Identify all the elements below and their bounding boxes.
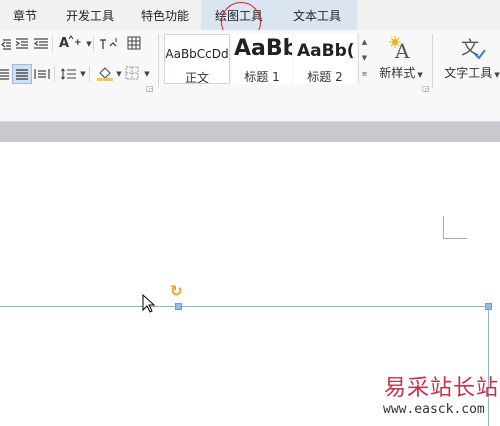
ribbon-tab-bar: 章节 开发工具 特色功能 绘图工具 文本工具 [0,0,500,42]
align-justify-icon[interactable] [0,66,10,82]
style-preview: AaBb( [297,41,355,61]
text-tools-label: 文字工具 [444,66,493,80]
svg-text:+: + [74,38,82,48]
watermark-text: 易采站长站 [384,376,500,401]
line-spacing-icon[interactable] [60,66,78,82]
outdent-icon[interactable] [32,36,50,52]
selected-line-shape[interactable] [0,306,489,307]
tab-text-tools[interactable]: 文本工具 [277,0,357,30]
page-margin-marker [443,216,444,238]
gallery-more-icon[interactable]: ≡ [359,66,370,82]
workspace-divider [0,122,500,142]
align-distributed-icon[interactable] [12,64,32,84]
style-name: 标题 1 [244,70,280,84]
style-heading-1[interactable]: AaBb 标题 1 [232,34,292,84]
font-size-adjust-icon[interactable]: A + [58,34,84,50]
style-normal[interactable]: AaBbCcDd 正文 [164,34,230,84]
style-heading-2[interactable]: AaBb( 标题 2 [294,34,356,84]
paragraph-dialog-launcher-icon[interactable]: ◲ [146,84,154,93]
align-spread-icon[interactable] [33,66,51,82]
style-preview: AaBb [234,36,292,61]
rotate-handle-icon[interactable]: ↻ [170,283,183,299]
shape-resize-handle[interactable] [485,303,492,310]
mouse-cursor-icon [142,293,156,317]
tab-developer-tools[interactable]: 开发工具 [56,0,124,30]
borders-dropdown-icon[interactable]: ▼ [142,66,150,82]
new-style-label: 新样式 [379,66,416,80]
shading-dropdown-icon[interactable]: ▼ [114,66,122,82]
borders-icon[interactable] [124,65,140,81]
style-name: 正文 [184,71,209,84]
text-tools-icon: 文 [442,34,500,64]
style-preview: AaBbCcDd [165,47,229,61]
svg-text:A: A [59,36,69,50]
selected-line-shape-vertical[interactable] [488,306,489,426]
tab-chapter[interactable]: 章节 [0,0,50,30]
indent-decrease-icon[interactable] [0,36,12,52]
new-style-button[interactable]: A 新样式 ▼ [376,34,426,81]
paragraph-direction-icon[interactable] [98,36,120,52]
styles-dialog-launcher-icon[interactable]: ◲ [422,84,430,93]
shading-bucket-icon[interactable] [96,65,114,81]
tab-special-features[interactable]: 特色功能 [130,0,200,30]
new-style-icon: A [376,34,426,64]
text-tools-button[interactable]: 文 文字工具 ▼ [442,34,500,81]
style-gallery-scroller: ▲ ▼ ≡ [358,34,370,84]
table-grid-icon[interactable] [126,35,142,51]
line-spacing-dropdown-icon[interactable]: ▼ [78,66,86,82]
watermark-url: www.easck.com [383,402,485,417]
gallery-down-icon[interactable]: ▼ [359,50,370,66]
style-name: 标题 2 [307,70,343,84]
page-margin-marker [443,238,467,239]
gallery-up-icon[interactable]: ▲ [359,34,370,50]
ribbon-panel: A + ▼ ▼ ▼ ▼ ◲ AaBbCcDd 正文 AaBb 标题 1 AaBb( [0,30,500,122]
indent-increase-icon[interactable] [14,36,30,52]
shape-resize-handle[interactable] [175,303,182,310]
font-size-dropdown-icon[interactable]: ▼ [84,36,92,52]
